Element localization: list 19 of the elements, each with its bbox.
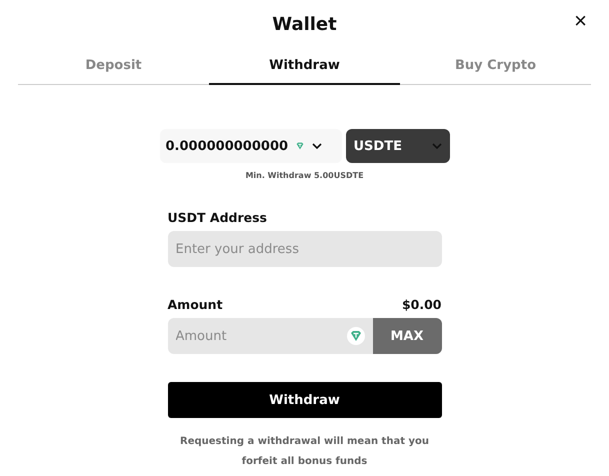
window-title: Wallet bbox=[272, 14, 337, 37]
gem-icon bbox=[346, 327, 364, 345]
chevron-down-icon bbox=[432, 143, 442, 149]
balance-selector[interactable]: 0.000000000000 bbox=[160, 129, 342, 163]
withdraw-button[interactable]: Withdraw bbox=[168, 382, 442, 418]
bonus-warning: Requesting a withdrawal will mean that you forfeit all bonus funds bbox=[179, 435, 430, 469]
tab[interactable]: Withdraw bbox=[209, 54, 400, 85]
amount-label: Amount bbox=[168, 297, 223, 312]
currency-dropdown[interactable]: USDTE bbox=[346, 129, 450, 163]
amount-usd-value: $0.00 bbox=[402, 297, 442, 312]
min-withdraw-note: Min. Withdraw 5.00USDTE bbox=[244, 171, 365, 180]
close-button[interactable]: × bbox=[574, 10, 587, 32]
address-field[interactable]: Enter your address bbox=[168, 231, 442, 267]
max-button[interactable]: MAX bbox=[372, 318, 442, 354]
amount-field[interactable]: Amount MAX bbox=[168, 318, 442, 354]
chevron-down-icon bbox=[312, 143, 322, 149]
tab[interactable]: Buy Crypto bbox=[400, 54, 591, 85]
address-label: USDT Address bbox=[168, 210, 267, 225]
tab[interactable]: Deposit bbox=[18, 54, 209, 85]
